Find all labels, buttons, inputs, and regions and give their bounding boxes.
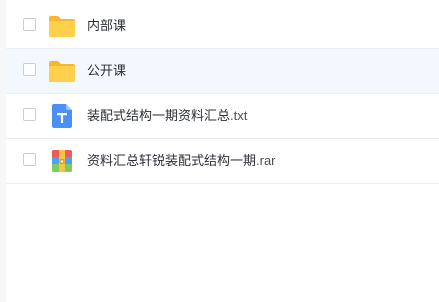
folder-icon xyxy=(48,14,76,38)
list-item-txt-file[interactable]: 装配式结构一期资料汇总.txt xyxy=(6,94,439,139)
file-ext-text: .txt xyxy=(230,108,248,123)
list-item-folder-neibuke[interactable]: 内部课 xyxy=(6,4,439,49)
file-panel: 内部课 公开课 装配式结构一期资料汇总.txt 资料汇总轩锐装配式结构一期.ra… xyxy=(6,0,439,302)
list-item-folder-gongkaike[interactable]: 公开课 xyxy=(6,49,439,94)
text-file-icon xyxy=(48,104,76,128)
archive-file-icon xyxy=(48,149,76,173)
file-ext-text: .rar xyxy=(256,153,276,168)
row-checkbox[interactable] xyxy=(23,153,36,166)
file-name[interactable]: 公开课 xyxy=(87,62,126,80)
file-list: 内部课 公开课 装配式结构一期资料汇总.txt 资料汇总轩锐装配式结构一期.ra… xyxy=(6,4,439,184)
list-item-rar-file[interactable]: 资料汇总轩锐装配式结构一期.rar xyxy=(6,139,439,184)
file-name-text: 内部课 xyxy=(87,18,127,33)
file-name-text: 资料汇总轩锐装配式结构一期 xyxy=(87,153,257,168)
file-name[interactable]: 内部课 xyxy=(87,17,126,35)
file-name-text: 公开课 xyxy=(87,63,127,78)
row-checkbox[interactable] xyxy=(23,108,36,121)
file-name-text: 装配式结构一期资料汇总 xyxy=(87,108,231,123)
file-name[interactable]: 装配式结构一期资料汇总.txt xyxy=(87,107,247,125)
row-checkbox[interactable] xyxy=(23,63,36,76)
folder-icon xyxy=(48,59,76,83)
row-checkbox[interactable] xyxy=(23,18,36,31)
file-name[interactable]: 资料汇总轩锐装配式结构一期.rar xyxy=(87,152,276,170)
